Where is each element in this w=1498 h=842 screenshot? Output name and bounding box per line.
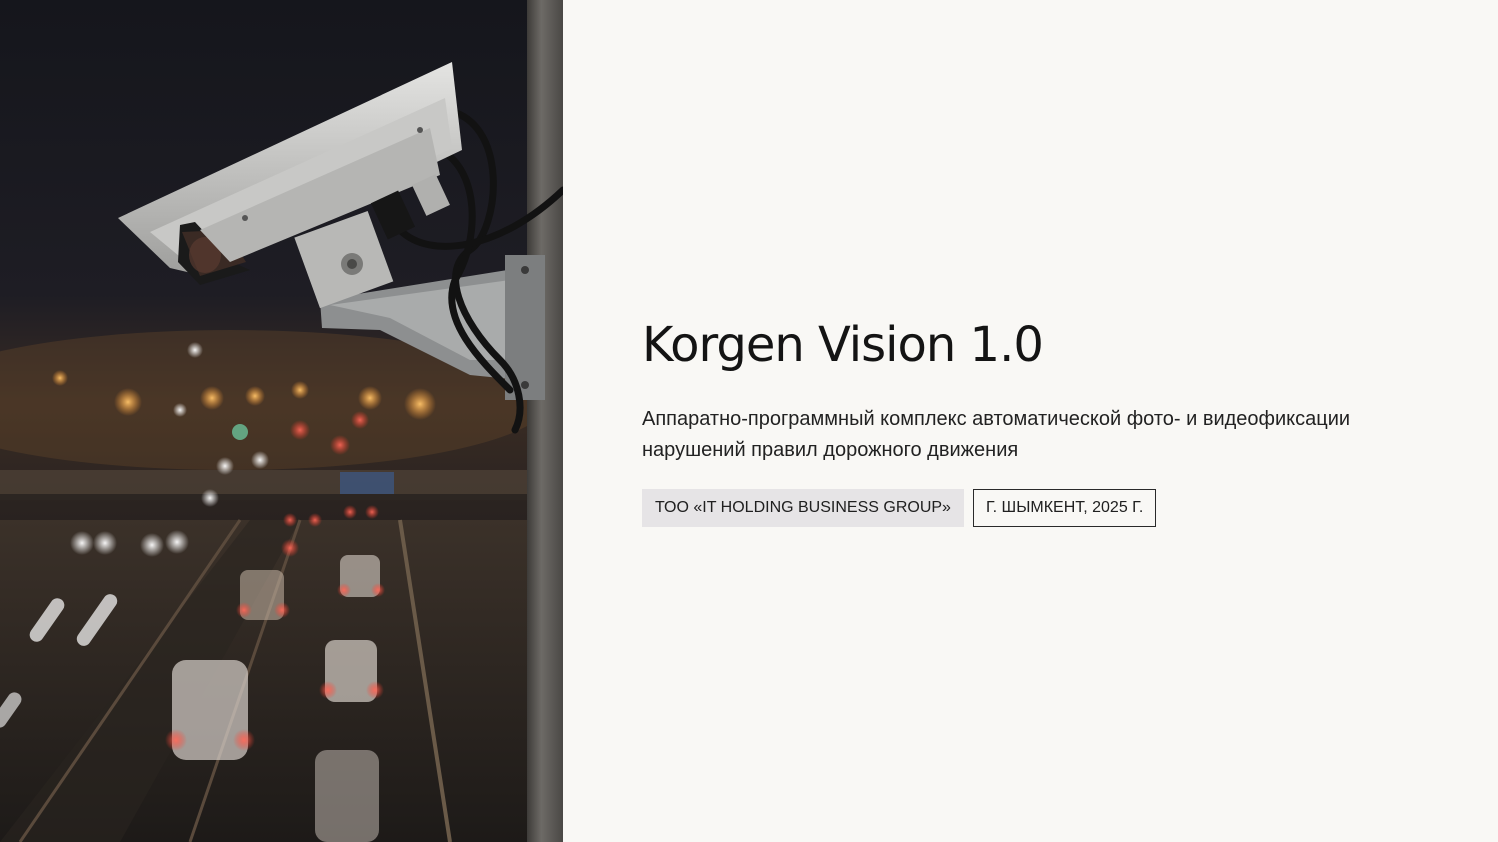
slide-title: Korgen Vision 1.0 [642, 317, 1044, 373]
title-block: Korgen Vision 1.0 Аппаратно-программный … [642, 316, 1442, 527]
location-date-badge: Г. ШЫМКЕНТ, 2025 Г. [972, 489, 1157, 527]
pole [527, 0, 563, 842]
company-badge: ТОО «IT HOLDING BUSINESS GROUP» [642, 489, 964, 527]
camera-illustration [0, 0, 563, 842]
traffic-camera-photo [0, 0, 563, 842]
presentation-slide: Korgen Vision 1.0 Аппаратно-программный … [0, 0, 1498, 842]
badge-row: ТОО «IT HOLDING BUSINESS GROUP» Г. ШЫМКЕ… [642, 489, 1442, 527]
slide-subtitle: Аппаратно-программный комплекс автоматич… [642, 408, 1351, 461]
